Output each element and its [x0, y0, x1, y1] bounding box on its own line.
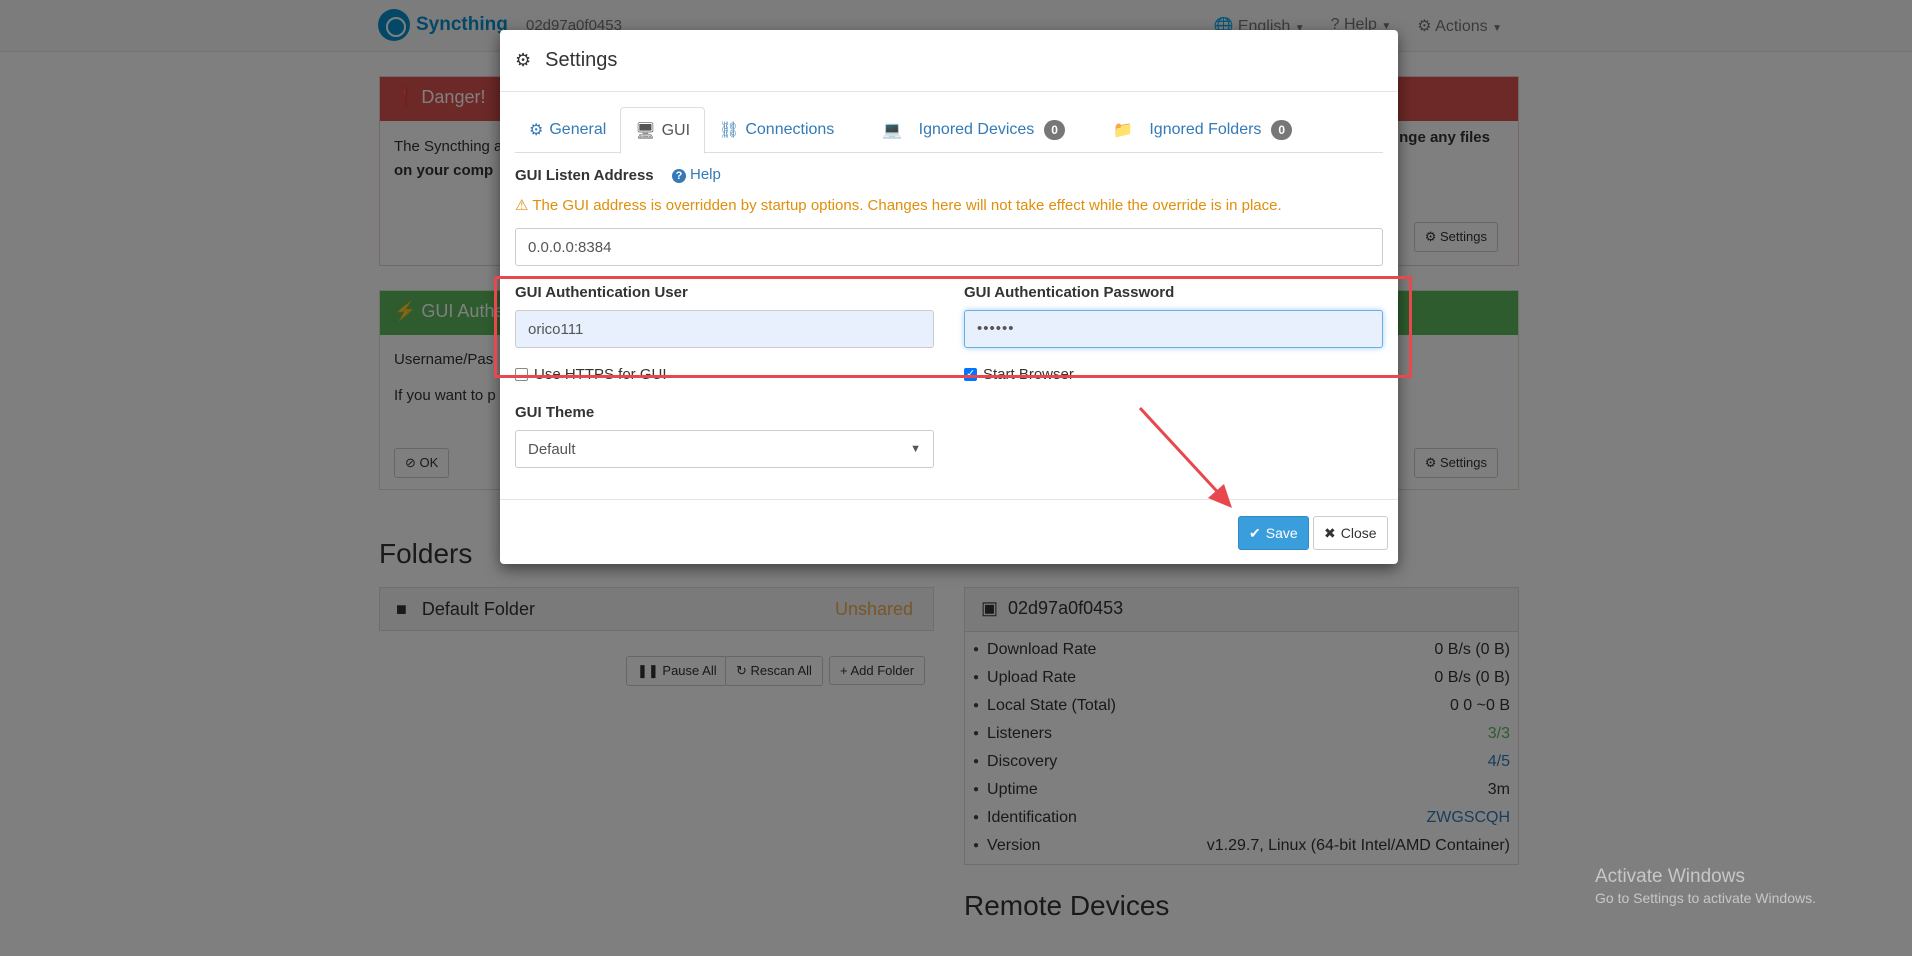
- laptop-icon: 💻: [882, 122, 903, 139]
- settings-tabs: ⚙ General 🖥 GUI ⛓ Connections 💻 Ignored …: [515, 107, 1383, 154]
- ignored-devices-badge: 0: [1044, 120, 1065, 140]
- ignored-folders-badge: 0: [1271, 120, 1293, 140]
- chevron-down-icon: ▼: [910, 443, 921, 455]
- theme-selected-value: Default: [528, 440, 576, 458]
- tab-connections[interactable]: ⛓ Connections: [705, 107, 848, 153]
- tab-label: Ignored Folders: [1149, 121, 1262, 138]
- modal-footer: ✔ Save ✖ Close: [500, 499, 1398, 564]
- tab-label: Ignored Devices: [918, 121, 1035, 138]
- close-button[interactable]: ✖ Close: [1313, 516, 1388, 550]
- listen-address-input[interactable]: [515, 228, 1383, 266]
- save-button[interactable]: ✔ Save: [1238, 516, 1309, 550]
- desktop-icon: 🖥: [635, 122, 656, 140]
- highlight-box: [494, 276, 1412, 378]
- theme-select[interactable]: Default ▼: [515, 430, 934, 468]
- modal-title: Settings: [545, 49, 618, 71]
- tab-label: Connections: [745, 121, 835, 138]
- tab-label: General: [549, 121, 607, 138]
- folder-icon: 📁: [1112, 122, 1133, 139]
- tab-general[interactable]: ⚙ General: [515, 107, 620, 153]
- tab-ignored-devices[interactable]: 💻 Ignored Devices 0: [868, 107, 1079, 153]
- tab-ignored-folders[interactable]: 📁 Ignored Folders 0: [1099, 107, 1306, 153]
- listen-address-label: GUI Listen Address: [515, 167, 654, 184]
- help-link[interactable]: ? Help: [672, 166, 721, 183]
- sitemap-icon: ⛓: [719, 122, 740, 139]
- check-icon: ✔: [1249, 524, 1261, 541]
- modal-header: ⚙ Settings: [500, 30, 1398, 92]
- override-warning: ⚠ The GUI address is overridden by start…: [515, 196, 1282, 214]
- tab-label: GUI: [661, 121, 691, 139]
- watermark-line-1: Activate Windows: [1595, 866, 1745, 887]
- windows-watermark: Activate Windows Go to Settings to activ…: [1595, 866, 1816, 906]
- tab-gui[interactable]: 🖥 GUI: [620, 107, 706, 154]
- annotation-arrow-icon: [1138, 406, 1232, 508]
- warning-icon: ⚠: [515, 197, 529, 214]
- gear-icon: ⚙: [529, 122, 544, 139]
- warning-text: The GUI address is overridden by startup…: [532, 197, 1282, 214]
- question-circle-icon: ?: [672, 169, 686, 183]
- watermark-line-2: Go to Settings to activate Windows.: [1595, 890, 1816, 906]
- close-icon: ✖: [1324, 524, 1336, 541]
- gear-icon: ⚙: [515, 50, 532, 70]
- theme-label: GUI Theme: [515, 404, 595, 421]
